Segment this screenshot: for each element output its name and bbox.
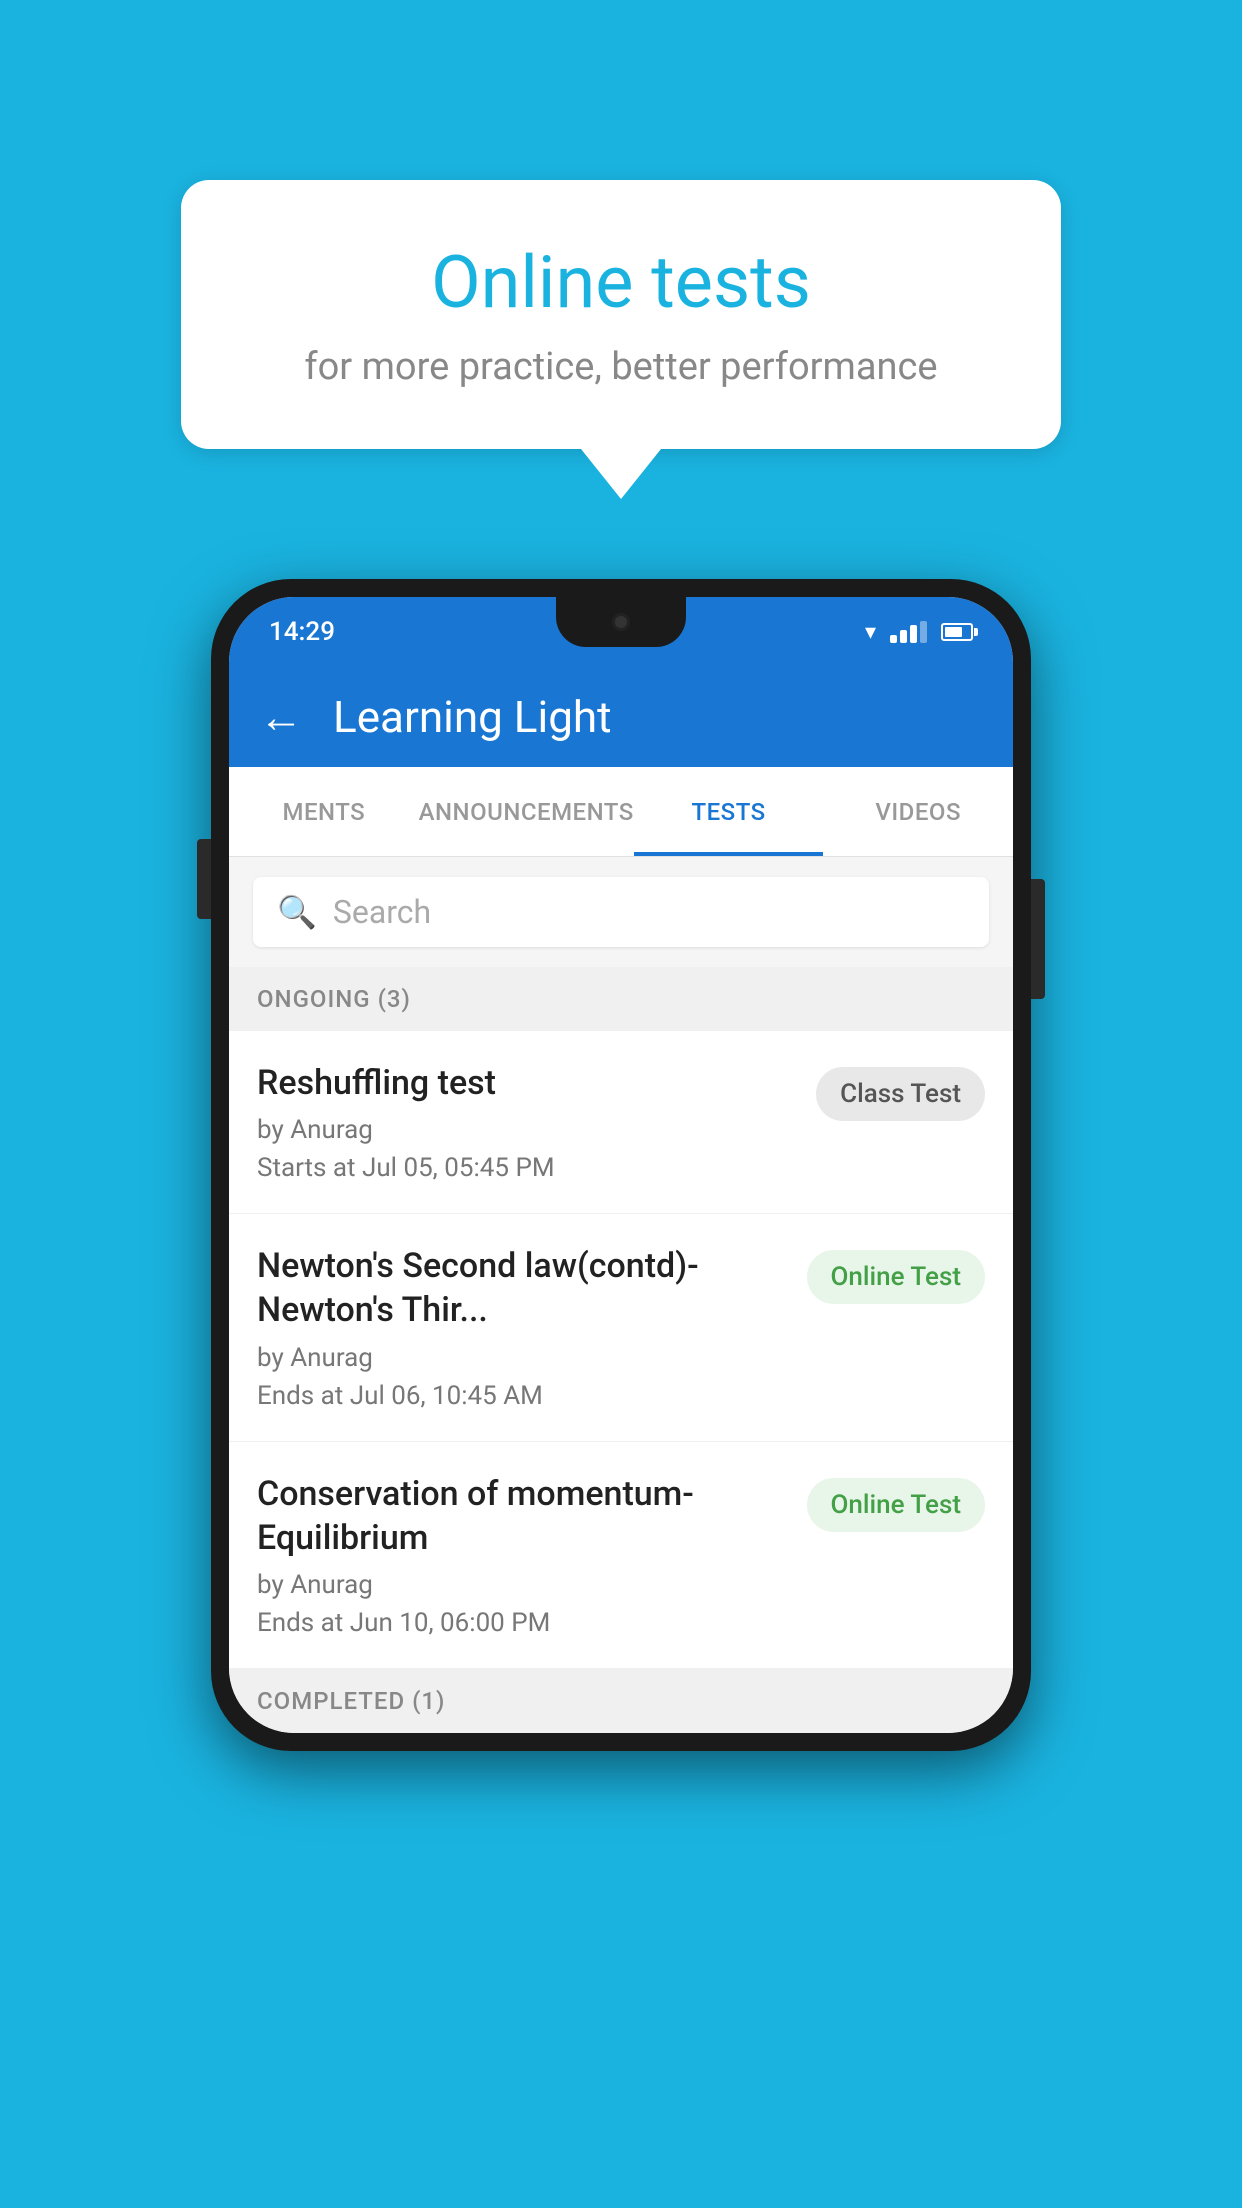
completed-section-header: COMPLETED (1) xyxy=(229,1669,1013,1733)
test-author-1: by Anurag xyxy=(257,1115,796,1145)
speech-bubble-container: Online tests for more practice, better p… xyxy=(181,180,1061,499)
battery-icon xyxy=(941,623,973,641)
test-info-2: Newton's Second law(contd)-Newton's Thir… xyxy=(257,1244,807,1410)
back-button[interactable]: ← xyxy=(259,691,303,743)
signal-bar-1 xyxy=(890,635,897,643)
search-input-wrapper[interactable]: 🔍 Search xyxy=(253,877,989,947)
app-bar-title: Learning Light xyxy=(333,691,612,743)
status-bar: 14:29 ▾ xyxy=(229,597,1013,667)
tab-ments[interactable]: MENTS xyxy=(229,767,419,856)
signal-bar-4 xyxy=(920,621,927,643)
test-author-3: by Anurag xyxy=(257,1570,787,1600)
notch-camera xyxy=(612,613,630,631)
tab-announcements[interactable]: ANNOUNCEMENTS xyxy=(419,767,634,856)
speech-bubble: Online tests for more practice, better p… xyxy=(181,180,1061,449)
speech-bubble-subtitle: for more practice, better performance xyxy=(251,345,991,389)
notch xyxy=(556,597,686,647)
test-badge-3: Online Test xyxy=(807,1478,986,1532)
tab-bar: MENTS ANNOUNCEMENTS TESTS VIDEOS xyxy=(229,767,1013,857)
test-title-1: Reshuffling test xyxy=(257,1061,796,1105)
test-item-1[interactable]: Reshuffling test by Anurag Starts at Jul… xyxy=(229,1031,1013,1214)
app-bar: ← Learning Light xyxy=(229,667,1013,767)
search-container: 🔍 Search xyxy=(229,857,1013,967)
test-date-1: Starts at Jul 05, 05:45 PM xyxy=(257,1153,796,1183)
status-time: 14:29 xyxy=(269,617,335,647)
ongoing-section-header: ONGOING (3) xyxy=(229,967,1013,1031)
phone-outer: 14:29 ▾ xyxy=(211,579,1031,1751)
test-author-2: by Anurag xyxy=(257,1343,787,1373)
signal-bars-icon xyxy=(890,621,927,643)
test-title-3: Conservation of momentum-Equilibrium xyxy=(257,1472,787,1560)
search-placeholder: Search xyxy=(333,893,431,931)
status-icons: ▾ xyxy=(865,620,973,645)
test-info-1: Reshuffling test by Anurag Starts at Jul… xyxy=(257,1061,816,1183)
speech-bubble-arrow xyxy=(581,449,661,499)
phone-inner: 14:29 ▾ xyxy=(229,597,1013,1733)
speech-bubble-title: Online tests xyxy=(251,240,991,325)
test-info-3: Conservation of momentum-Equilibrium by … xyxy=(257,1472,807,1638)
test-date-3: Ends at Jun 10, 06:00 PM xyxy=(257,1608,787,1638)
test-badge-1: Class Test xyxy=(816,1067,985,1121)
test-item-3[interactable]: Conservation of momentum-Equilibrium by … xyxy=(229,1442,1013,1669)
wifi-icon: ▾ xyxy=(865,620,876,645)
signal-bar-3 xyxy=(910,625,917,643)
test-badge-2: Online Test xyxy=(807,1250,986,1304)
test-date-2: Ends at Jul 06, 10:45 AM xyxy=(257,1381,787,1411)
search-icon: 🔍 xyxy=(277,893,317,931)
tab-videos[interactable]: VIDEOS xyxy=(823,767,1013,856)
battery-fill xyxy=(945,627,962,637)
phone-wrapper: 14:29 ▾ xyxy=(211,579,1031,1751)
tab-tests[interactable]: TESTS xyxy=(634,767,824,856)
test-list: Reshuffling test by Anurag Starts at Jul… xyxy=(229,1031,1013,1669)
test-title-2: Newton's Second law(contd)-Newton's Thir… xyxy=(257,1244,787,1332)
test-item-2[interactable]: Newton's Second law(contd)-Newton's Thir… xyxy=(229,1214,1013,1441)
signal-bar-2 xyxy=(900,630,907,643)
